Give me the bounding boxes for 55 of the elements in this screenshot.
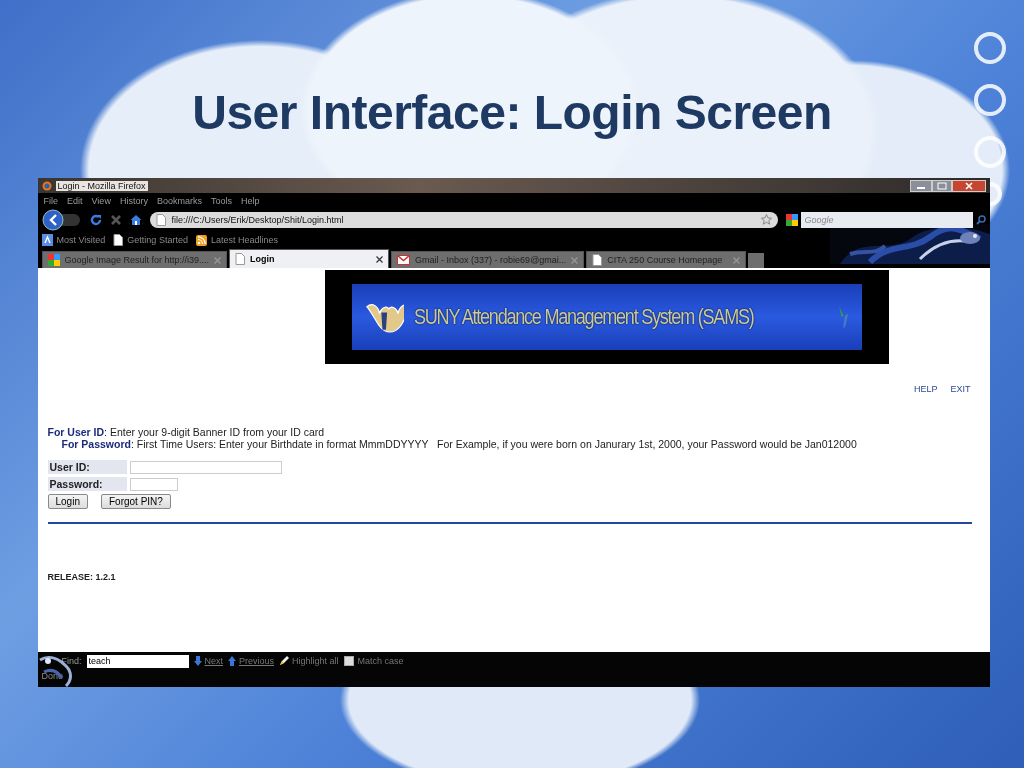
home-icon[interactable] <box>129 213 142 226</box>
menu-item[interactable]: Tools <box>210 195 232 206</box>
browser-tab[interactable]: Login <box>229 249 390 268</box>
previous-link[interactable]: Previous <box>228 656 275 666</box>
input-field[interactable] <box>129 460 282 474</box>
bookmark-link[interactable]: Getting Started <box>113 234 188 246</box>
up-arrow-icon <box>228 656 237 666</box>
window-title: Login - Mozilla Firefox <box>55 180 148 191</box>
match-case-checkbox[interactable]: Match case <box>343 656 404 666</box>
minimize-icon[interactable] <box>909 179 932 192</box>
menu-item[interactable]: Help <box>240 195 260 206</box>
new-tab-button[interactable] <box>748 253 765 268</box>
form-button[interactable]: Forgot PIN? <box>100 494 171 509</box>
highlight-all-link[interactable]: Highlight all <box>279 656 339 666</box>
release-label: RELEASE: 1.2.1 <box>46 571 117 582</box>
reload-icon[interactable] <box>89 213 102 226</box>
nav-link[interactable]: EXIT <box>950 384 971 401</box>
bookmark-link[interactable]: Latest Headlines <box>195 234 278 246</box>
maximize-icon[interactable] <box>931 179 952 192</box>
menu-item[interactable]: Bookmarks <box>156 195 202 206</box>
nav-link[interactable]: HELP <box>913 384 938 401</box>
search-field[interactable]: Google <box>800 211 973 228</box>
highlighter-icon <box>279 656 290 666</box>
mail-icon <box>397 255 411 265</box>
input-field[interactable] <box>129 477 178 491</box>
menu-item[interactable]: History <box>119 195 148 206</box>
menu-item[interactable]: Edit <box>67 195 83 206</box>
menu-item[interactable]: View <box>91 195 111 206</box>
back-icon[interactable] <box>41 208 82 231</box>
page-icon <box>592 254 603 266</box>
field-label: User ID: <box>47 460 127 474</box>
banner-title: SUNY Attendance Management System (SAMS) <box>413 304 754 330</box>
menu-item[interactable]: File <box>43 195 58 206</box>
form-button[interactable]: Login <box>47 494 88 509</box>
address-bar[interactable]: file:///C:/Users/Erik/Desktop/Shit/Login.html <box>149 211 778 228</box>
page-icon <box>235 253 246 265</box>
down-arrow-icon <box>193 656 202 666</box>
google-icon <box>785 213 798 226</box>
instruction-text: For User ID: Enter your 9-digit Banner ID from your ID card <box>47 426 326 438</box>
app-icon <box>41 180 52 191</box>
bookmark-link[interactable]: Most Visited <box>41 234 106 246</box>
feed-icon <box>195 234 207 246</box>
stop-icon[interactable] <box>109 213 122 226</box>
page-icon <box>113 234 124 246</box>
search-icon[interactable] <box>975 214 986 225</box>
star-icon[interactable] <box>760 214 772 225</box>
find-field[interactable]: teach <box>86 654 189 668</box>
slide-title: User Interface: Login Screen <box>192 85 832 138</box>
page-icon <box>155 213 166 226</box>
bookmark-icon <box>41 234 53 246</box>
next-link[interactable]: Next <box>193 656 224 666</box>
google-icon <box>47 254 60 266</box>
instruction-text: For Password: First Time Users: Enter your Birthdate in format MmmDDYYYY For Example, if you were born on Janurary 1st, 2000, your Password would be Jan012000 <box>60 438 858 450</box>
close-icon[interactable] <box>376 255 384 263</box>
field-label: Password: <box>47 477 127 491</box>
